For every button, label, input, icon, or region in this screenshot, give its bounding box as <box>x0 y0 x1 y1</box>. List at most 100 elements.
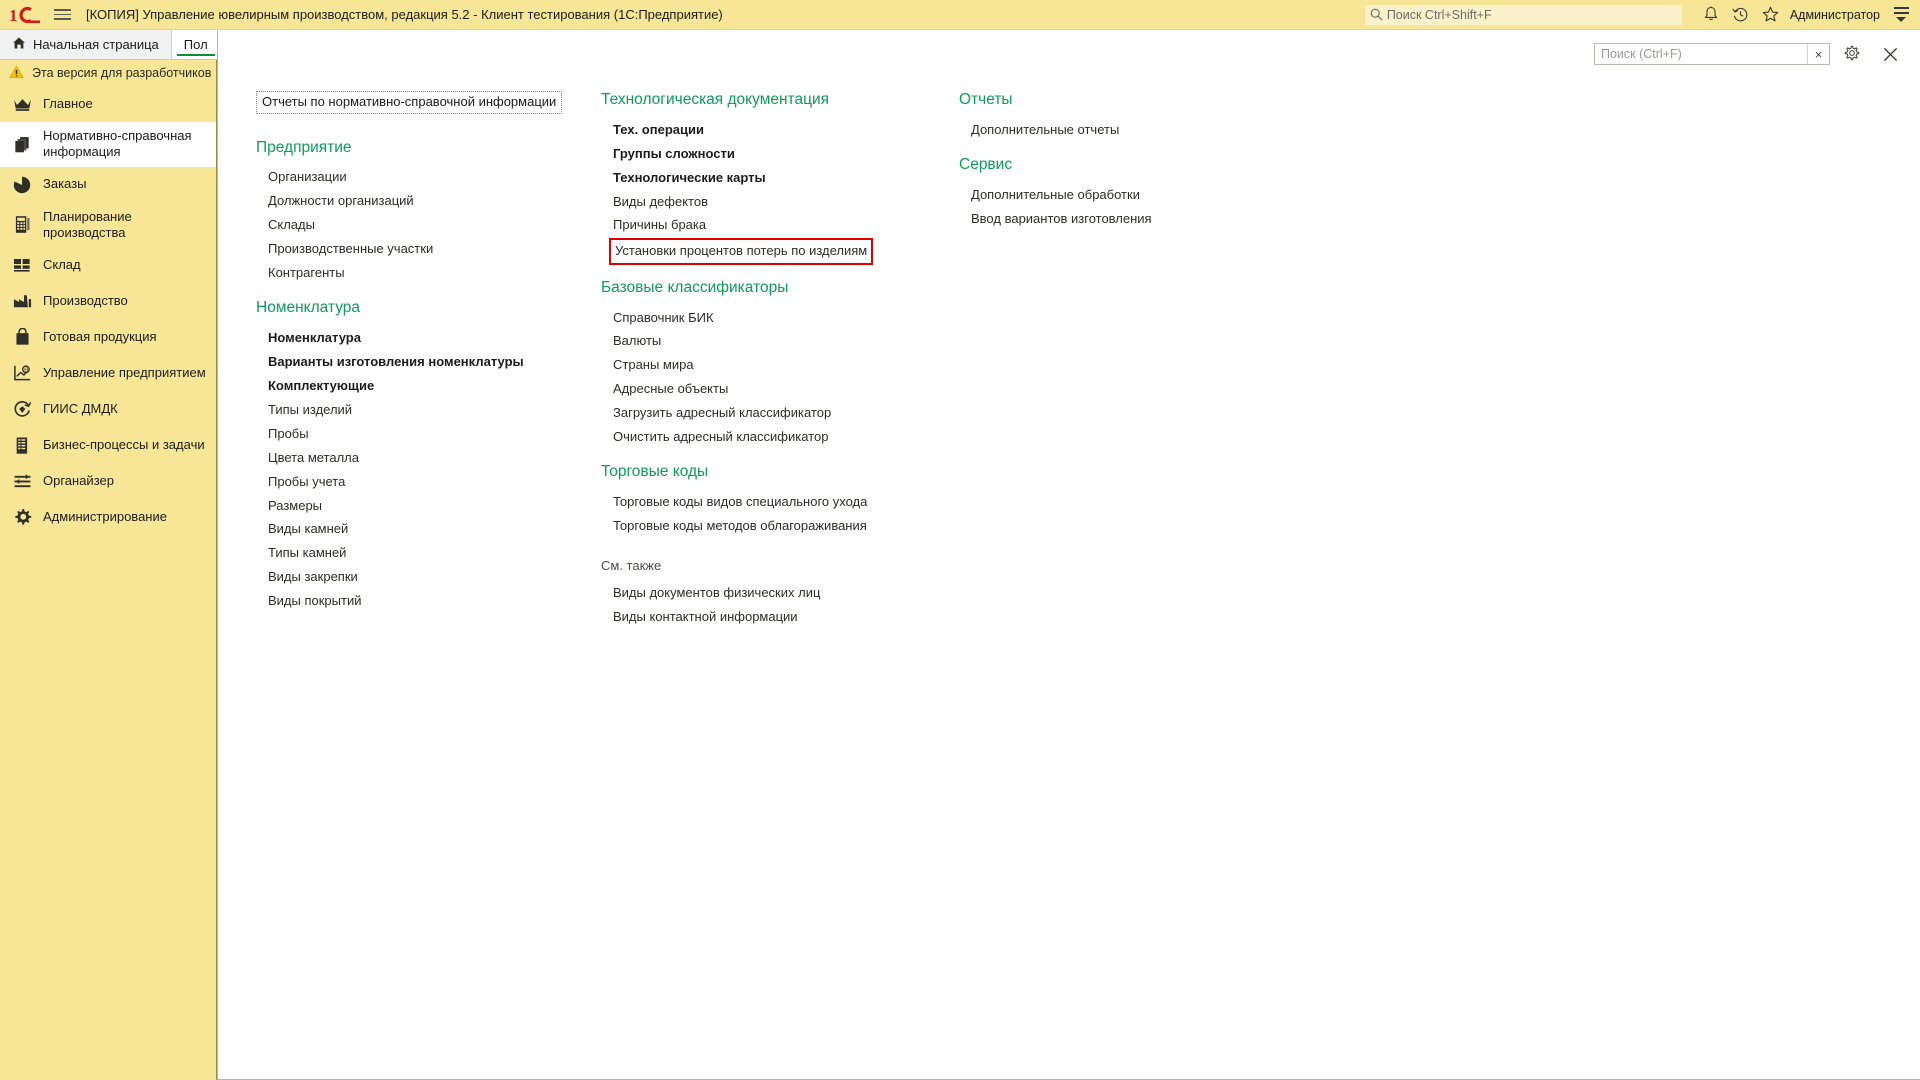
menu-item-tipy-izdeliy[interactable]: Типы изделий <box>268 398 352 422</box>
reports-nsi-focus-item[interactable]: Отчеты по нормативно-справочной информац… <box>256 91 563 114</box>
panel-search-box[interactable]: Поиск (Ctrl+F) × <box>1594 43 1830 65</box>
clear-search-button[interactable]: × <box>1807 44 1829 64</box>
menu-item-dopolnitelnye-obrabotki[interactable]: Дополнительные обработки <box>971 184 1140 208</box>
menu-item-spravochnik-bik[interactable]: Справочник БИК <box>613 306 714 330</box>
menu-item-sklady[interactable]: Склады <box>268 214 315 238</box>
group-title-otchety: Отчеты <box>959 91 1013 108</box>
sidebar-item-planirovanie-proizvodstva[interactable]: Планирование производства <box>0 202 216 247</box>
sidebar-item-label: Главное <box>43 95 93 111</box>
sidebar-item-label: Планирование производства <box>43 208 132 240</box>
menu-item-vidy-defektov[interactable]: Виды дефектов <box>613 190 708 214</box>
menu-item-zagruzit-adresnyy-klassifikator[interactable]: Загрузить адресный классификатор <box>613 402 831 426</box>
sidebar-item-organayzer[interactable]: Органайзер <box>0 463 216 499</box>
main-menu-icon[interactable] <box>1888 2 1914 28</box>
menu-item-prichiny-braka[interactable]: Причины брака <box>613 214 706 238</box>
menu-item-cveta-metalla[interactable]: Цвета металла <box>268 446 359 470</box>
developer-version-text: Эта версия для разработчиков <box>32 66 212 80</box>
menu-column-1: Отчеты по нормативно-справочной информац… <box>256 90 601 613</box>
calculator-icon <box>12 215 32 235</box>
sidebar-item-label: Склад <box>43 256 81 272</box>
menu-item-tehnologicheskie-karty[interactable]: Технологические карты <box>613 166 766 190</box>
menu-item-dopolnitelnye-otchety[interactable]: Дополнительные отчеты <box>971 118 1119 142</box>
menu-item-kontragenty[interactable]: Контрагенты <box>268 262 345 286</box>
tab-full-menu-label: Пол <box>183 37 208 52</box>
sliders-icon <box>12 471 32 491</box>
menu-item-vidy-kontaktnoy-informacii[interactable]: Виды контактной информации <box>613 606 798 630</box>
pie-chart-icon <box>12 175 32 195</box>
menu-item-proizvodstvennye-uchastki[interactable]: Производственные участки <box>268 238 433 262</box>
window-title: [КОПИЯ] Управление ювелирным производств… <box>86 7 723 22</box>
sidebar-item-normativno-spravochnaya[interactable]: Нормативно-справочная информация <box>0 122 216 167</box>
menu-item-vidy-dokumentov-fizicheskih-lic[interactable]: Виды документов физических лиц <box>613 582 820 606</box>
menu-item-gruppy-slozhnosti[interactable]: Группы сложности <box>613 142 735 166</box>
menu-item-tipy-kamney[interactable]: Типы камней <box>268 542 346 566</box>
menu-item-vidy-pokrytiy[interactable]: Виды покрытий <box>268 590 361 614</box>
user-account-label[interactable]: Администратор <box>1790 8 1880 22</box>
list-building-icon <box>12 435 32 455</box>
home-icon <box>12 36 26 53</box>
menu-item-vidy-kamney[interactable]: Виды камней <box>268 518 348 542</box>
gear-icon <box>12 507 32 527</box>
sidebar-item-upravlenie-predpriyatiem[interactable]: Ѳ Управление предприятием <box>0 355 216 391</box>
menu-item-vvod-variantov-izgotovleniya[interactable]: Ввод вариантов изготовления <box>971 208 1152 232</box>
menu-columns: Отчеты по нормативно-справочной информац… <box>218 90 1920 690</box>
sidebar-item-proizvodstvo[interactable]: Производство <box>0 283 216 319</box>
menu-item-torgovye-kody-metodov-oblagorazhivaniya[interactable]: Торговые коды методов облагораживания <box>613 515 867 539</box>
svg-text:1: 1 <box>9 6 18 25</box>
menu-item-adresnye-obekty[interactable]: Адресные объекты <box>613 378 728 402</box>
hamburger-menu-icon[interactable] <box>48 3 76 27</box>
panel-settings-button[interactable] <box>1836 40 1868 68</box>
sidebar-item-label: Готовая продукция <box>43 328 157 344</box>
sidebar-item-administrirovanie[interactable]: Администрирование <box>0 499 216 535</box>
menu-column-3: Отчеты Дополнительные отчеты Сервис Допо… <box>959 90 1289 231</box>
sidebar-item-label: Управление предприятием <box>43 364 206 380</box>
sidebar-item-zakazy[interactable]: Заказы <box>0 166 216 203</box>
menu-item-valyuty[interactable]: Валюты <box>613 330 661 354</box>
global-search-input[interactable]: Поиск Ctrl+Shift+F <box>1364 4 1682 25</box>
factory-icon <box>12 291 32 311</box>
crown-icon <box>12 94 32 114</box>
menu-item-komplektuyushchie[interactable]: Комплектующие <box>268 375 374 399</box>
menu-item-torgovye-kody-vidov-specialnogo-uhoda[interactable]: Торговые коды видов специального ухода <box>613 491 867 515</box>
title-bar: 1 [КОПИЯ] Управление ювелирным производс… <box>0 0 1920 30</box>
menu-item-dolzhnosti-organizaciy[interactable]: Должности организаций <box>268 190 414 214</box>
menu-item-proby-ucheta[interactable]: Пробы учета <box>268 470 345 494</box>
star-favorite-icon[interactable] <box>1756 2 1786 28</box>
menu-item-ustanovki-procentov-poter-po-izdeliyam[interactable]: Установки процентов потерь по изделиям <box>609 237 874 265</box>
sidebar-item-label: Бизнес-процессы и задачи <box>43 436 205 452</box>
tab-home[interactable]: Начальная страница <box>0 30 172 59</box>
chart-axis-icon: Ѳ <box>12 363 32 383</box>
sidebar-item-giis-dmdk[interactable]: ГИИС ДМДК <box>0 391 216 427</box>
sidebar-item-label: Органайзер <box>43 472 114 488</box>
search-icon <box>1370 8 1383 21</box>
menu-item-strany-mira[interactable]: Страны мира <box>613 354 694 378</box>
bell-icon[interactable] <box>1696 2 1726 28</box>
group-title-sm-takzhe: См. также <box>601 557 662 573</box>
menu-item-proby[interactable]: Пробы <box>268 422 309 446</box>
menu-item-varianty-izgotovleniya-nomenklatury[interactable]: Варианты изготовления номенклатуры <box>268 351 524 375</box>
menu-item-razmery[interactable]: Размеры <box>268 494 322 518</box>
tab-full-menu[interactable]: Пол <box>171 30 221 59</box>
history-clock-icon[interactable] <box>1726 2 1756 28</box>
menu-item-vidy-zakrepki[interactable]: Виды закрепки <box>268 566 358 590</box>
menu-item-nomenklatura[interactable]: Номенклатура <box>268 327 361 351</box>
1c-logo-icon: 1 <box>8 4 42 26</box>
sidebar-item-gotovaya-produkciya[interactable]: Готовая продукция <box>0 319 216 355</box>
menu-item-organizacii[interactable]: Организации <box>268 166 347 190</box>
sidebar-item-sklad[interactable]: Склад <box>0 247 216 283</box>
panel-search-input[interactable]: Поиск (Ctrl+F) <box>1595 47 1807 61</box>
sidebar-item-biznes-processy[interactable]: Бизнес-процессы и задачи <box>0 427 216 463</box>
grid-blocks-icon <box>12 255 32 275</box>
navigation-sidebar: Эта версия для разработчиков Главное Нор… <box>0 60 217 1080</box>
group-title-nomenklatura: Номенклатура <box>256 299 361 317</box>
menu-item-teh-operacii[interactable]: Тех. операции <box>613 118 704 142</box>
panel-close-button[interactable] <box>1874 40 1906 68</box>
sidebar-item-glavnoe[interactable]: Главное <box>0 86 216 122</box>
global-search-placeholder: Поиск Ctrl+Shift+F <box>1386 7 1492 22</box>
application-window: 1 [КОПИЯ] Управление ювелирным производс… <box>0 0 1920 1080</box>
warning-triangle-icon <box>9 64 24 82</box>
menu-item-ochistit-adresnyy-klassifikator[interactable]: Очистить адресный классификатор <box>613 426 828 450</box>
full-menu-panel: Поиск (Ctrl+F) × Отчеты по нормативно-сп… <box>217 30 1920 1080</box>
tab-home-label: Начальная страница <box>33 37 159 52</box>
group-title-bazovye-klassifikatory: Базовые классификаторы <box>601 278 789 296</box>
